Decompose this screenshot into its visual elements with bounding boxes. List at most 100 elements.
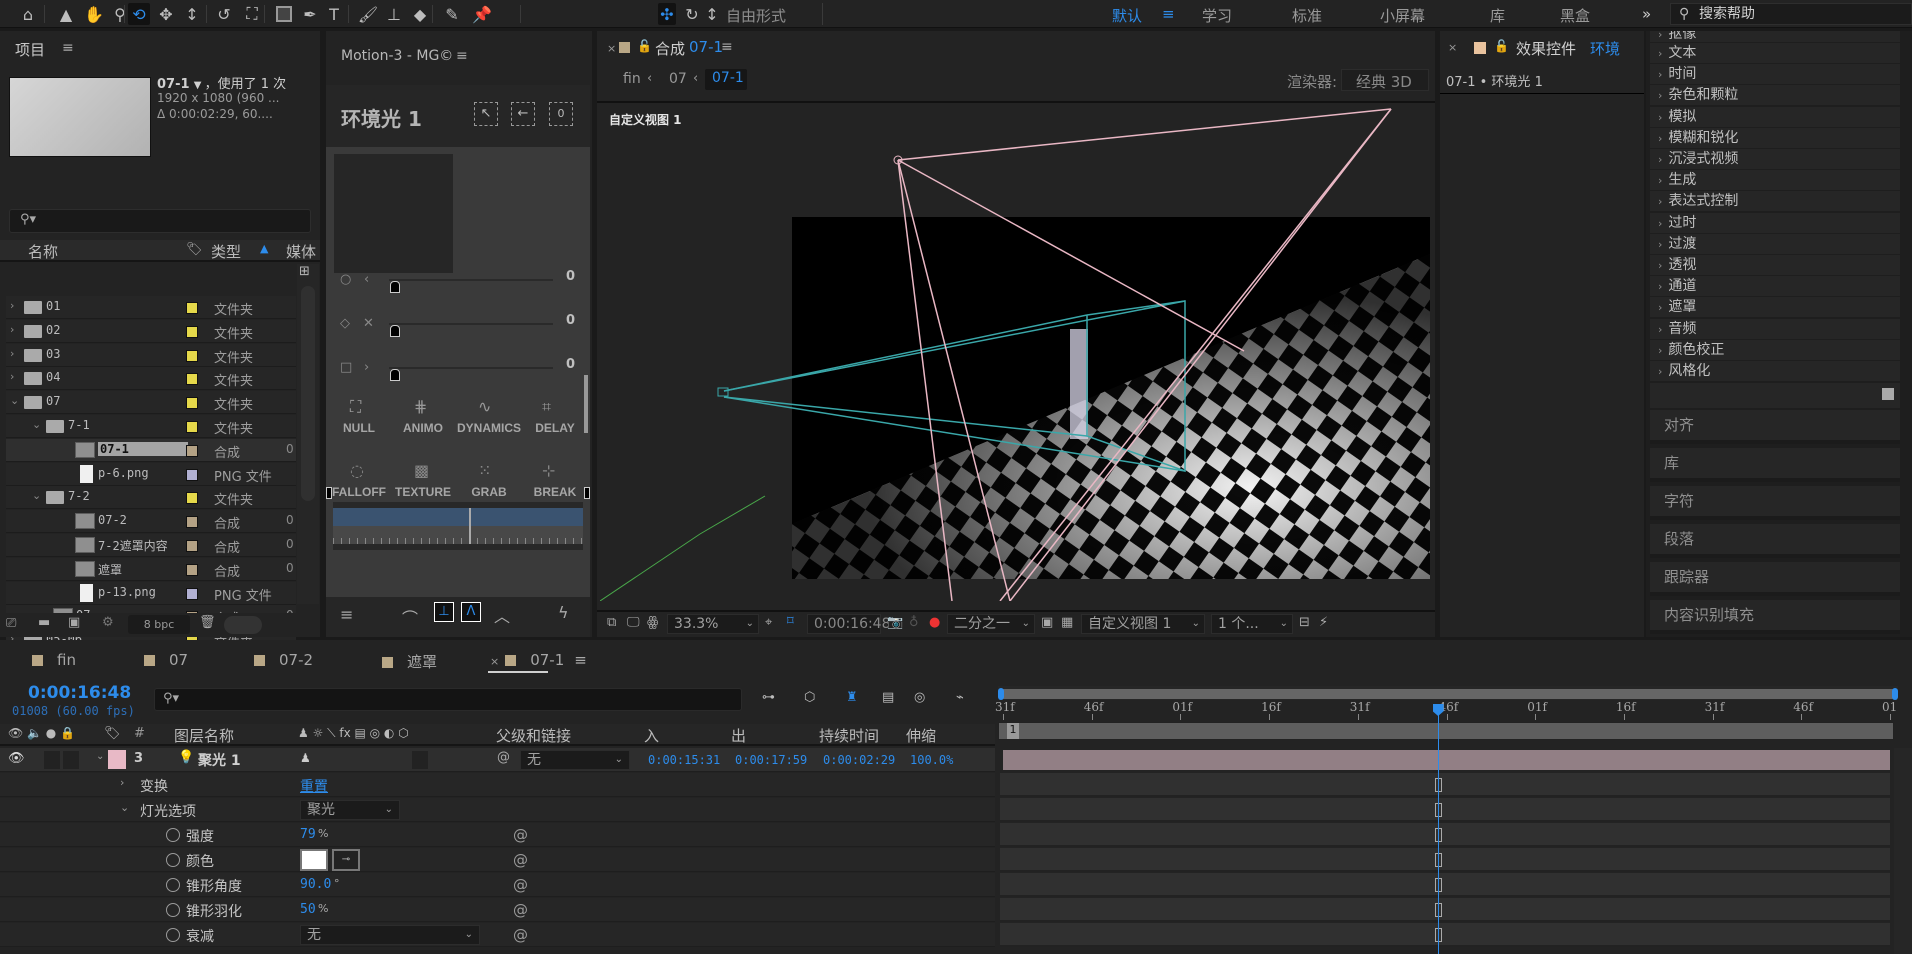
- bpc-button[interactable]: 8 bpc: [128, 615, 190, 634]
- panel-menu-icon[interactable]: ≡: [721, 39, 733, 55]
- column-in[interactable]: 入: [644, 725, 659, 746]
- marker-1[interactable]: 1: [1007, 723, 1019, 739]
- menu-lines-icon[interactable]: ≡: [340, 605, 353, 624]
- toggle-views-icon[interactable]: ⊟: [1299, 615, 1310, 630]
- column-name[interactable]: 名称: [28, 241, 58, 262]
- brush-icon[interactable]: 🖌: [356, 3, 380, 25]
- column-parent[interactable]: 父级和链接: [496, 725, 571, 746]
- motion-blur-icon[interactable]: ◎: [914, 690, 925, 705]
- effect-category[interactable]: › 文本: [1650, 43, 1900, 64]
- layer-name[interactable]: 聚光 1: [198, 750, 241, 770]
- effect-category[interactable]: › 沉浸式视频: [1650, 149, 1900, 170]
- chevron-right-icon[interactable]: ›: [10, 299, 14, 312]
- mask-visibility-icon[interactable]: ꙮ: [647, 615, 658, 630]
- snapshot-camera-icon[interactable]: 📷: [887, 615, 903, 630]
- project-item[interactable]: › 02 文件夹: [6, 319, 296, 343]
- effect-category[interactable]: › 风格化: [1650, 361, 1900, 382]
- more-workspaces-button[interactable]: »: [1642, 5, 1651, 23]
- camera-icon[interactable]: [717, 387, 729, 397]
- stopwatch-icon[interactable]: [166, 878, 180, 892]
- region-of-interest-icon[interactable]: ⌑: [787, 614, 794, 629]
- slider-handle-1[interactable]: [390, 281, 400, 293]
- expression-spiral-icon[interactable]: @: [513, 926, 528, 944]
- property-track[interactable]: [1000, 848, 1890, 872]
- zoom-dropdown[interactable]: 33.3% ⌄: [667, 614, 759, 634]
- effect-category[interactable]: › 过时: [1650, 212, 1900, 234]
- side-panel-tab[interactable]: 跟踪器: [1650, 562, 1900, 596]
- effect-category[interactable]: › 时间: [1650, 64, 1900, 86]
- delay-button[interactable]: DELAY: [522, 421, 588, 435]
- label-color-swatch[interactable]: [186, 587, 198, 600]
- chevron-right-icon[interactable]: ›: [10, 347, 14, 360]
- property-track[interactable]: [1000, 923, 1890, 947]
- reset-link[interactable]: 重置: [300, 776, 328, 796]
- pin-icon[interactable]: 📌: [470, 3, 494, 25]
- ease-both-icon[interactable]: Λ: [461, 602, 481, 622]
- slider-track-2[interactable]: [389, 323, 553, 325]
- 3d-view-dropdown[interactable]: 自定义视图 1 ⌄: [1081, 614, 1205, 634]
- trash-icon[interactable]: 🗑: [199, 615, 216, 630]
- label-color-swatch[interactable]: [186, 349, 198, 362]
- usage-dropdown-icon[interactable]: ▼: [194, 80, 205, 91]
- playhead[interactable]: [1432, 704, 1444, 954]
- expression-spiral-icon[interactable]: @: [513, 826, 528, 844]
- new-bin-icon[interactable]: [1882, 388, 1894, 400]
- chevron-up-icon[interactable]: ︿: [494, 603, 510, 627]
- timeline-scrollbar[interactable]: [1894, 748, 1912, 954]
- chevron-down-icon[interactable]: ⌄: [32, 489, 41, 502]
- property-value[interactable]: 90.0: [300, 877, 331, 892]
- expression-spiral-icon[interactable]: @: [513, 851, 528, 869]
- interpret-footage-icon[interactable]: ⎚: [6, 616, 16, 631]
- rotate-icon[interactable]: ↺: [212, 3, 236, 25]
- square-shape-icon[interactable]: □: [340, 360, 352, 375]
- slider-track-1[interactable]: [389, 279, 553, 281]
- layer-out-point[interactable]: 0:00:17:59: [735, 753, 807, 767]
- cross-icon[interactable]: ✕: [363, 316, 374, 331]
- slider-handle-3[interactable]: [390, 369, 400, 381]
- chevron-down-icon[interactable]: ⌄: [120, 801, 129, 814]
- frame-blending-icon[interactable]: ▤: [882, 690, 894, 705]
- effect-controls-tab-name[interactable]: 环境: [1590, 38, 1620, 59]
- timeline-search-input[interactable]: ⚲▾: [154, 688, 742, 711]
- label-color-swatch[interactable]: [186, 492, 198, 505]
- curve-add-icon[interactable]: ⌒: [402, 605, 418, 629]
- comp-tab-prefix[interactable]: 合成: [655, 38, 685, 59]
- expand-chevron-icon[interactable]: ⌄: [96, 751, 104, 762]
- label-color-swatch[interactable]: [186, 397, 198, 410]
- rectangle-shape-icon[interactable]: [272, 3, 296, 25]
- orbit-camera-icon[interactable]: ⟲: [128, 3, 150, 25]
- side-panel-tab[interactable]: 库: [1650, 448, 1900, 482]
- navigator-end-handle[interactable]: [1892, 688, 1898, 700]
- eraser-icon[interactable]: ◆: [408, 3, 432, 25]
- project-item[interactable]: p-6.png PNG 文件: [6, 462, 296, 486]
- effect-category[interactable]: › 模拟: [1650, 106, 1900, 128]
- hand-icon[interactable]: ✋: [82, 3, 106, 25]
- breadcrumb-07[interactable]: 07: [669, 71, 687, 87]
- pen-icon[interactable]: ✒: [298, 3, 322, 25]
- label-color-swatch[interactable]: [186, 373, 198, 386]
- chevron-right-icon[interactable]: ›: [364, 360, 369, 375]
- property-track[interactable]: [1000, 873, 1890, 897]
- close-icon[interactable]: ×: [490, 655, 499, 668]
- layer-row[interactable]: 👁 ⌄ 3 💡 聚光 1 ♟ @ 无 ⌄ 0:00:15:31 0:00:17:5…: [0, 748, 995, 772]
- side-panel-tab[interactable]: 内容识别填充: [1650, 600, 1900, 634]
- property-track[interactable]: [1000, 898, 1890, 922]
- clone-stamp-icon[interactable]: ⊥: [382, 3, 406, 25]
- workspace-small-screen[interactable]: 小屏幕: [1380, 5, 1425, 26]
- current-time-display[interactable]: 0:00:16:48: [28, 683, 131, 703]
- fast-previews-icon[interactable]: ⚡: [1319, 615, 1328, 630]
- parent-arrow-icon[interactable]: ←: [511, 102, 535, 126]
- project-item[interactable]: 07-1 合成 0: [6, 438, 296, 462]
- panel-menu-icon[interactable]: ≡: [574, 651, 587, 669]
- toggle-grid-icon[interactable]: ⌖: [765, 615, 772, 630]
- chevron-right-icon[interactable]: ›: [120, 776, 124, 789]
- renderer-button[interactable]: 经典 3D: [1341, 69, 1429, 91]
- stopwatch-icon[interactable]: [166, 828, 180, 842]
- chevron-down-icon[interactable]: ⌄: [32, 418, 41, 431]
- label-color-swatch[interactable]: [186, 563, 198, 576]
- column-type[interactable]: 类型: [211, 241, 241, 262]
- label-tag-icon[interactable]: 🏷: [104, 726, 121, 741]
- navigator-start-handle[interactable]: [998, 688, 1004, 700]
- property-dropdown[interactable]: 无 ⌄: [300, 925, 480, 945]
- effect-category[interactable]: › 遮罩: [1650, 297, 1900, 319]
